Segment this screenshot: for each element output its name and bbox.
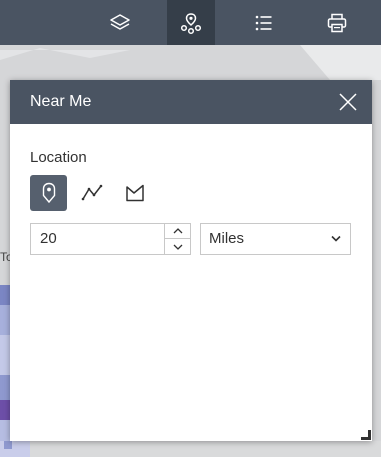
chevron-down-icon (173, 244, 182, 250)
distance-row: 20 Miles (30, 223, 352, 255)
decrement-button[interactable] (165, 239, 190, 254)
print-button[interactable] (313, 0, 361, 45)
near-me-button[interactable] (167, 0, 215, 45)
polygon-mode-button[interactable] (116, 175, 153, 211)
distance-value: 20 (40, 230, 57, 247)
chevron-down-icon (331, 235, 341, 242)
increment-button[interactable] (165, 224, 190, 239)
top-toolbar (0, 0, 381, 45)
chevron-up-icon (173, 228, 182, 234)
resize-handle-icon[interactable] (361, 430, 371, 440)
near-me-panel: Near Me Location 20 Miles (10, 80, 372, 441)
unit-select[interactable]: Miles (200, 223, 351, 255)
distance-stepper (164, 224, 190, 254)
location-mode-group (30, 175, 352, 211)
location-pin-icon (42, 182, 55, 204)
polyline-icon (81, 184, 102, 201)
close-button[interactable] (336, 90, 360, 114)
panel-title: Near Me (30, 93, 92, 110)
distance-input[interactable]: 20 (30, 223, 191, 255)
unit-selected-value: Miles (209, 230, 245, 247)
panel-body: Location 20 Miles (10, 149, 372, 255)
polyline-mode-button[interactable] (73, 175, 110, 211)
polygon-icon (125, 184, 144, 202)
panel-header: Near Me (10, 80, 372, 124)
list-button[interactable] (240, 0, 288, 45)
near-me-icon (180, 12, 202, 34)
point-mode-button[interactable] (30, 175, 67, 211)
layers-button[interactable] (96, 0, 144, 45)
list-icon (255, 15, 272, 30)
location-label: Location (30, 149, 87, 166)
layers-icon (110, 13, 130, 30)
print-icon (327, 13, 347, 32)
close-icon (339, 93, 357, 111)
